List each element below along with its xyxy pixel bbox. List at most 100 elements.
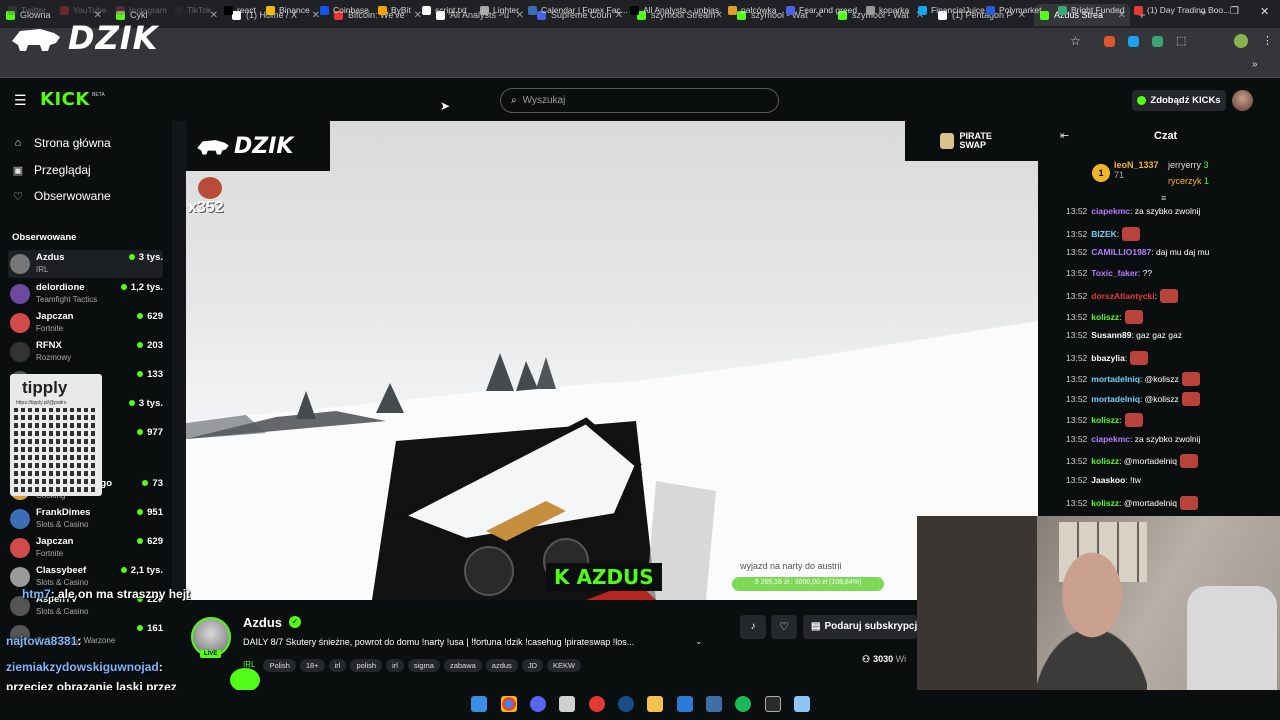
chat-username[interactable]: CAMILLIO1987 <box>1091 247 1151 257</box>
maximize-icon[interactable]: ❐ <box>1230 6 1239 17</box>
chat-username[interactable]: Susann89 <box>1091 330 1131 340</box>
bookmark-item[interactable]: (1) Day Trading Boo... <box>1134 5 1230 15</box>
followed-channel[interactable]: RFNX Rozmowy 203 <box>8 338 163 366</box>
followed-channel[interactable]: Japczan Fortnite 629 <box>8 534 163 562</box>
app-icon[interactable] <box>559 696 575 712</box>
bookmark-item[interactable]: Binance <box>266 5 310 15</box>
chat-emote <box>1122 226 1141 241</box>
stream-tag[interactable]: polish <box>350 659 383 672</box>
stream-tag[interactable]: azdus <box>485 659 518 672</box>
bookmarks-overflow-icon[interactable]: » <box>1252 59 1258 70</box>
notepad-icon[interactable] <box>794 696 810 712</box>
chat-username[interactable]: koliszz <box>1091 456 1119 466</box>
stream-tag[interactable]: sigma <box>407 659 440 672</box>
chat-username[interactable]: ciapekmc <box>1091 434 1130 444</box>
chat-username[interactable]: koliszz <box>1091 498 1119 508</box>
nav-browse[interactable]: ▣ Przeglądaj <box>12 163 91 177</box>
app-icon[interactable] <box>765 696 781 712</box>
get-kicks-button[interactable]: Zdobądź KICKs <box>1132 90 1226 111</box>
expand-title-icon[interactable]: ⌄ <box>695 636 703 647</box>
followed-channel[interactable]: Azdus IRL 3 tys. <box>8 250 163 278</box>
bookmark-item[interactable]: Polymarket <box>986 5 1042 15</box>
stream-tag[interactable]: 18+ <box>299 659 325 672</box>
close-window-icon[interactable]: ✕ <box>1260 5 1269 18</box>
hamburger-menu-icon[interactable]: ☰ <box>14 92 27 109</box>
close-tab-icon[interactable]: ✕ <box>312 10 320 21</box>
chat-username[interactable]: BIZEK <box>1091 229 1117 239</box>
extensions-puzzle-icon[interactable]: ⬚ <box>1176 34 1186 47</box>
stream-tag[interactable]: Polish <box>263 659 296 672</box>
followed-channel[interactable]: delordione Teamfight Tactics 1,2 tys. <box>8 280 163 308</box>
nav-following[interactable]: ♡ Obserwowane <box>12 189 111 203</box>
spotify-icon[interactable] <box>735 696 751 712</box>
chat-username[interactable]: koliszz <box>1091 312 1119 322</box>
chat-username[interactable]: koliszz <box>1091 415 1119 425</box>
bookmark-item[interactable]: Calendar | Forex Fac... <box>528 5 628 15</box>
top-gifter-2[interactable]: jerryerry 3 <box>1168 160 1209 170</box>
top-gifter-1[interactable]: leoN_1337 71 <box>1114 160 1159 180</box>
chat-username[interactable]: ciapekmc <box>1091 206 1130 216</box>
bookmark-label: koparka <box>879 5 910 15</box>
stream-tag[interactable]: zabawa <box>443 659 482 672</box>
close-tab-icon[interactable]: ✕ <box>414 10 422 21</box>
streamer-name[interactable]: Azdus <box>243 615 282 630</box>
bookmark-favicon-icon <box>866 5 875 15</box>
extension-icon[interactable] <box>1152 36 1163 47</box>
search-input[interactable]: ⌕ Wyszukaj <box>500 88 779 113</box>
video-player[interactable]: DZIK PIRATE SWAP x352 K AZDUS wyjazd na … <box>186 121 1038 600</box>
notifications-bell-button[interactable]: ♪ <box>740 615 766 639</box>
follow-heart-button[interactable]: ♡ <box>771 615 797 639</box>
bookmark-item[interactable]: Fear and greed <box>786 5 857 15</box>
bookmark-item[interactable]: koparka <box>866 5 909 15</box>
gift-subscription-button[interactable]: ▤ Podaruj subskrypcję <box>803 615 917 639</box>
channel-viewers: 977 <box>137 427 163 438</box>
app-icon[interactable] <box>706 696 722 712</box>
bookmark-item[interactable]: ByBit <box>378 5 411 15</box>
boar-icon <box>12 29 60 51</box>
bookmark-item[interactable]: All Analysts - unbias <box>630 5 719 15</box>
browser-menu-icon[interactable]: ⋮ <box>1262 34 1273 47</box>
chrome-icon[interactable] <box>501 696 517 712</box>
kick-logo[interactable]: KICK <box>40 89 90 110</box>
chat-message: 13:52 Toxic_faker: ?? <box>1066 268 1152 278</box>
stream-tag[interactable]: irl <box>328 659 347 672</box>
chat-username[interactable]: dorszAtlantycki <box>1091 291 1154 301</box>
user-avatar[interactable] <box>1232 90 1253 111</box>
stream-tag[interactable]: KEKW <box>546 659 582 672</box>
chat-username[interactable]: bbazylia <box>1091 353 1125 363</box>
chat-username[interactable]: Jaaskoo <box>1091 475 1125 485</box>
snow-scene <box>186 321 1038 600</box>
collapse-chat-icon[interactable]: ⇤ <box>1060 129 1069 142</box>
followed-channel[interactable]: Japczan Fortnite 629 <box>8 309 163 337</box>
app-icon[interactable] <box>677 696 693 712</box>
extension-icon[interactable] <box>1128 36 1139 47</box>
stream-tag[interactable]: irl <box>386 659 404 672</box>
discord-icon[interactable] <box>530 696 546 712</box>
top-gifter-3[interactable]: rycerzyk 1 <box>1168 176 1209 186</box>
nav-home[interactable]: ⌂ Strona główna <box>12 136 111 150</box>
chat-username[interactable]: Toxic_faker <box>1091 268 1138 278</box>
bookmark-item[interactable]: script.txt <box>422 5 467 15</box>
bookmark-item[interactable]: Lighter <box>480 5 519 15</box>
extension-icon[interactable] <box>1104 36 1115 47</box>
chat-text: : !tw <box>1125 475 1141 486</box>
bookmark-item[interactable]: Coinbase <box>320 5 369 15</box>
followed-channel[interactable]: FrankDimes Slots & Casino 951 <box>8 505 163 533</box>
profile-avatar[interactable] <box>1234 34 1248 48</box>
bookmark-item[interactable]: react <box>224 5 256 15</box>
tipply-qr-panel[interactable]: tipply https://tipply.pl/@patiro <box>10 374 102 496</box>
chat-username[interactable]: mortadelniq <box>1091 394 1140 404</box>
chat-username[interactable]: mortadelniq <box>1091 374 1140 384</box>
tipply-title: tipply <box>22 378 68 397</box>
file-explorer-icon[interactable] <box>647 696 663 712</box>
steam-icon[interactable] <box>618 696 634 712</box>
bookmark-item[interactable]: palcówka <box>728 5 776 15</box>
start-icon[interactable] <box>471 696 487 712</box>
chat-timestamp: 13:52 <box>1066 373 1088 384</box>
app-icon[interactable] <box>589 696 605 712</box>
pinned-expand-icon[interactable]: ≡ <box>1161 193 1166 203</box>
bookmark-star-icon[interactable]: ☆ <box>1070 34 1081 48</box>
stream-tag[interactable]: JD <box>521 659 543 672</box>
bookmark-item[interactable]: FinancialJuice <box>918 5 985 15</box>
bookmark-item[interactable]: Bright Funded <box>1058 5 1124 15</box>
